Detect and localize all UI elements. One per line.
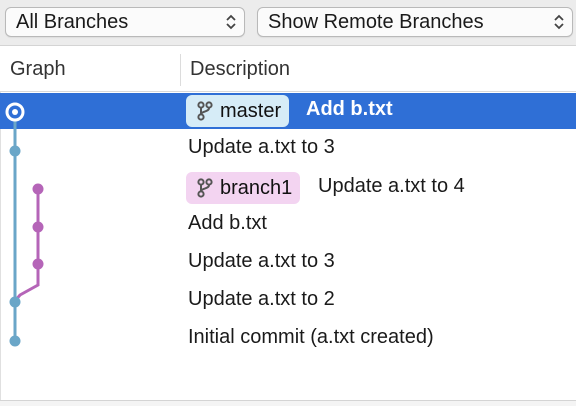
branches-filter-label: All Branches (16, 11, 129, 33)
toolbar: All Branches Show Remote Branches (0, 0, 576, 46)
commit-message[interactable]: Add b.txt (188, 212, 267, 235)
commit-message[interactable]: Update a.txt to 3 (188, 136, 335, 159)
commit-node (32, 183, 44, 195)
branch1-merge-curve (13, 264, 40, 302)
commit-node (32, 221, 44, 233)
column-divider[interactable] (180, 54, 181, 86)
branch1-branch-badge[interactable]: branch1 (186, 172, 301, 204)
master-branch-label: master (220, 100, 282, 122)
up-down-chevron-icon (226, 14, 236, 30)
description-column-header[interactable]: Description (190, 58, 290, 81)
commit-node (9, 296, 21, 308)
column-header: Graph Description (0, 46, 576, 92)
commit-message[interactable]: Update a.txt to 3 (188, 250, 335, 273)
graph-column-header[interactable]: Graph (10, 58, 66, 81)
up-down-chevron-icon (554, 14, 564, 30)
commit-node (32, 258, 44, 270)
commit-node (9, 335, 21, 347)
commit-graph (5, 102, 44, 347)
commit-message: Add b.txt (306, 98, 393, 120)
commit-message[interactable]: Update a.txt to 4 (318, 175, 465, 198)
remote-branches-label: Show Remote Branches (268, 11, 484, 33)
branch-icon (197, 101, 213, 121)
master-branch-badge[interactable]: master (186, 95, 290, 127)
commit-node-head-inner (12, 109, 18, 115)
remote-branches-popup[interactable]: Show Remote Branches (257, 7, 573, 37)
branch1-branch-label: branch1 (220, 177, 293, 199)
commit-message[interactable]: Update a.txt to 2 (188, 288, 335, 311)
branch-icon (197, 178, 213, 198)
branches-filter-popup[interactable]: All Branches (5, 7, 245, 37)
commit-node (9, 145, 21, 157)
commit-message[interactable]: Initial commit (a.txt created) (188, 326, 434, 349)
list-bottom-border (0, 400, 576, 406)
